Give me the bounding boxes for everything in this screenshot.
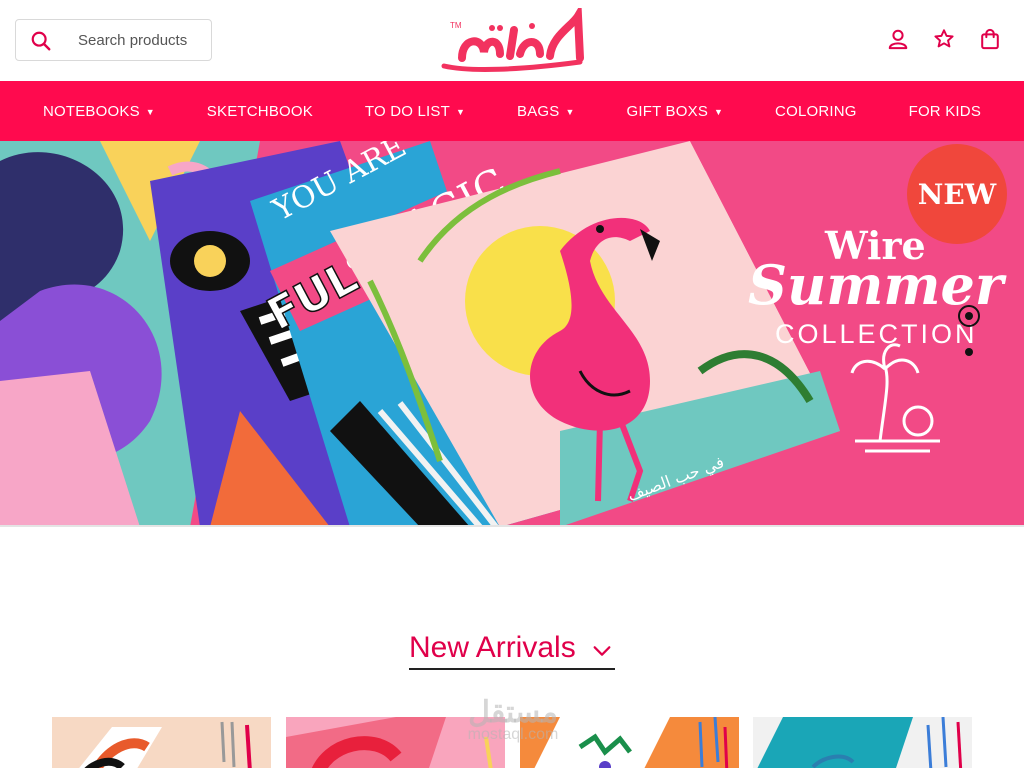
cart-button[interactable] bbox=[978, 26, 1002, 52]
nav-item-bags[interactable]: BAGS ▼ bbox=[517, 103, 575, 120]
watermark: مستقل mostaql.com bbox=[448, 695, 578, 744]
nav-item-label: NOTEBOOKS bbox=[42, 102, 140, 120]
nav-item-for-kids[interactable]: FOR KIDS bbox=[909, 103, 981, 120]
product-image bbox=[753, 717, 972, 768]
section-title-text: New Arrivals bbox=[409, 631, 576, 664]
site-logo[interactable]: TM bbox=[440, 2, 590, 72]
chevron-down-icon bbox=[593, 646, 611, 656]
search-box[interactable] bbox=[15, 19, 212, 61]
wishlist-button[interactable] bbox=[932, 26, 956, 52]
nav-item-notebooks[interactable]: NOTEBOOKS ▼ bbox=[43, 103, 155, 120]
nav-item-gift-boxs[interactable]: GIFT BOXS ▼ bbox=[626, 103, 723, 120]
nav-item-label: BAGS bbox=[516, 102, 560, 120]
chevron-down-icon: ▼ bbox=[145, 107, 155, 117]
user-icon bbox=[888, 29, 908, 50]
chevron-down-icon: ▼ bbox=[565, 107, 575, 117]
slider-dot-active[interactable] bbox=[958, 305, 980, 327]
search-icon[interactable] bbox=[30, 30, 52, 52]
site-header: TM bbox=[0, 0, 1024, 81]
hero-banner[interactable]: YOU ARE FULL OF MAGIC في حب الصيف NEW Wi… bbox=[0, 141, 1024, 527]
nav-item-label: FOR KIDS bbox=[908, 102, 982, 120]
nav-item-label: TO DO LIST bbox=[364, 102, 450, 120]
watermark-arabic: مستقل bbox=[468, 696, 558, 729]
watermark-url: mostaql.com bbox=[467, 726, 559, 743]
logo-mark: TM bbox=[441, 2, 584, 72]
search-input[interactable] bbox=[78, 28, 208, 52]
header-actions bbox=[886, 26, 1002, 52]
nav-item-coloring[interactable]: COLORING bbox=[775, 103, 857, 120]
chevron-down-icon: ▼ bbox=[455, 107, 466, 117]
nav-item-label: GIFT BOXS bbox=[626, 102, 709, 120]
section-title-new-arrivals[interactable]: New Arrivals bbox=[409, 628, 615, 670]
nav-item-todo-list[interactable]: TO DO LIST ▼ bbox=[365, 103, 465, 120]
slider-dot[interactable] bbox=[965, 348, 973, 356]
nav-item-label: SKETCHBOOK bbox=[206, 102, 313, 120]
star-icon bbox=[934, 29, 954, 48]
nav-item-label: COLORING bbox=[775, 102, 857, 120]
hero-heading-line3: COLLECTION bbox=[775, 319, 978, 349]
product-card[interactable] bbox=[52, 717, 271, 768]
chevron-down-icon: ▼ bbox=[714, 107, 724, 117]
divider bbox=[0, 525, 1024, 527]
nav-item-sketchbook[interactable]: SKETCHBOOK bbox=[207, 103, 313, 120]
main-nav: NOTEBOOKS ▼ SKETCHBOOK TO DO LIST ▼ BAGS… bbox=[0, 81, 1024, 141]
shopping-bag-icon bbox=[981, 28, 999, 50]
product-image bbox=[52, 717, 271, 768]
product-card[interactable] bbox=[753, 717, 972, 768]
account-button[interactable] bbox=[886, 26, 910, 52]
svg-text:TM: TM bbox=[450, 21, 462, 30]
